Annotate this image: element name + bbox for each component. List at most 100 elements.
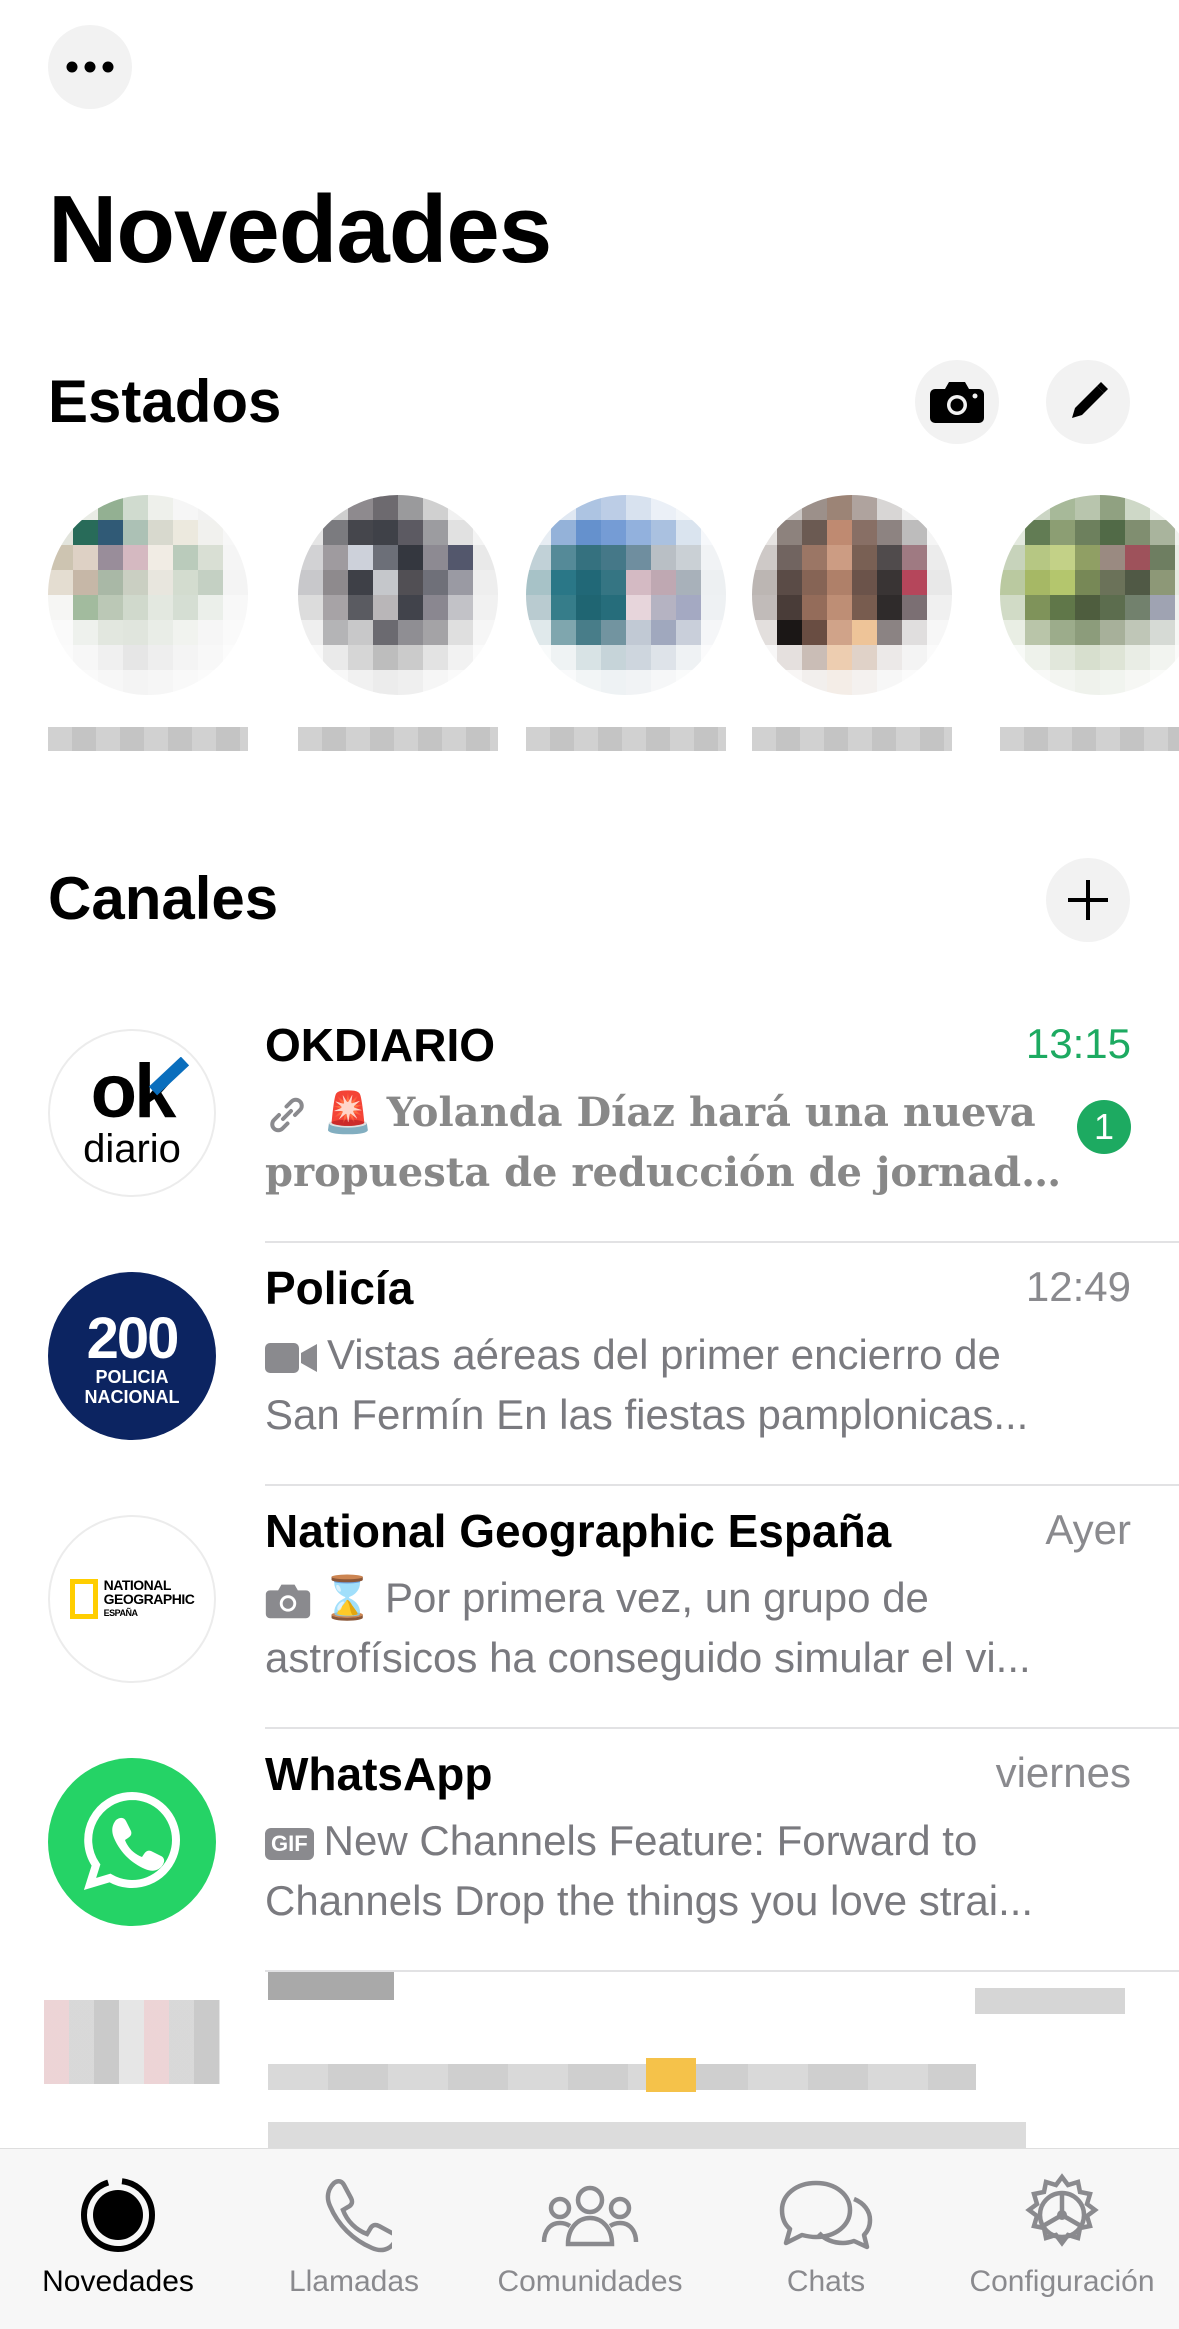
status-avatar-pixel [1075, 545, 1100, 570]
channel-row-obscured[interactable] [0, 1950, 1179, 2148]
status-avatar-pixel [398, 620, 423, 645]
status-avatar-pixel [448, 545, 473, 570]
status-avatar-pixel [1125, 620, 1150, 645]
status-avatar-pixel [98, 620, 123, 645]
channel-row-okdiario[interactable]: ok diario OKDIARIO 13:15 🚨 Yolanda Díaz … [0, 1000, 1179, 1243]
status-item[interactable] [1000, 495, 1179, 765]
status-avatar-pixel [752, 670, 777, 695]
status-avatar-pixel [551, 570, 576, 595]
status-name-obscured [752, 727, 952, 751]
status-avatar-pixel [1100, 520, 1125, 545]
preview-line-1: 🚨 Yolanda Díaz hará una nueva [323, 1089, 1036, 1136]
tab-comunidades[interactable]: Comunidades [472, 2149, 708, 2329]
status-avatar-pixel [298, 620, 323, 645]
status-avatar-pixel [1175, 495, 1179, 520]
tab-llamadas[interactable]: Llamadas [236, 2149, 472, 2329]
status-avatar-pixel [323, 595, 348, 620]
status-avatar-pixel [902, 595, 927, 620]
camera-button[interactable] [915, 360, 999, 444]
status-avatar-pixel [927, 645, 952, 670]
status-avatar-pixel [323, 570, 348, 595]
status-avatar-pixel [601, 645, 626, 670]
status-avatar-pixel [551, 620, 576, 645]
obscured-avatar [44, 2000, 220, 2084]
tab-chats[interactable]: Chats [708, 2149, 944, 2329]
status-avatar-pixel [423, 645, 448, 670]
status-avatar-pixel [298, 545, 323, 570]
status-item[interactable] [526, 495, 726, 765]
status-avatar-pixel [323, 620, 348, 645]
status-avatar-pixel [827, 620, 852, 645]
status-avatar-pixel [526, 670, 551, 695]
channels-title: Canales [48, 865, 279, 932]
status-avatar-pixel [852, 645, 877, 670]
status-item[interactable] [48, 495, 248, 765]
status-name-obscured [526, 727, 726, 751]
status-avatar-pixel [626, 670, 651, 695]
tab-configuracion[interactable]: Configuración [944, 2149, 1179, 2329]
status-avatar-pixel [123, 545, 148, 570]
status-avatar-pixel [148, 620, 173, 645]
obscured-name [268, 1972, 394, 2000]
status-avatar-pixel [423, 495, 448, 520]
status-avatar-pixel [877, 495, 902, 520]
status-avatar-pixel [852, 670, 877, 695]
tab-novedades[interactable]: Novedades [0, 2149, 236, 2329]
status-avatar-pixel [1175, 645, 1179, 670]
status-avatar-pixel [1175, 570, 1179, 595]
status-avatar-pixel [601, 595, 626, 620]
status-avatar-pixel [73, 670, 98, 695]
status-avatar-pixel [148, 495, 173, 520]
tab-label: Llamadas [288, 2265, 420, 2298]
status-avatar-pixel [601, 670, 626, 695]
status-item[interactable] [752, 495, 952, 765]
natgeo-logo: NATIONAL GEOGRAPHIC ESPAÑA [48, 1515, 216, 1683]
status-avatar-pixel [473, 620, 498, 645]
status-avatar-pixel [802, 620, 827, 645]
status-avatar-pixel [576, 595, 601, 620]
status-avatar-pixel [73, 595, 98, 620]
policia-logo-line1: POLICIA [95, 1367, 169, 1387]
status-avatar-pixel [1025, 545, 1050, 570]
natgeo-logo-line2: GEOGRAPHIC [103, 1591, 195, 1607]
channel-preview: ⌛ Por primera vez, un grupo de astrofísi… [265, 1568, 1095, 1688]
status-avatar-pixel [601, 520, 626, 545]
status-avatar-pixel [526, 620, 551, 645]
status-item[interactable] [298, 495, 498, 765]
more-options-button[interactable] [48, 25, 132, 109]
status-avatar-pixel [676, 570, 701, 595]
status-avatar-pixel [676, 495, 701, 520]
edit-status-button[interactable] [1046, 360, 1130, 444]
status-avatar-pixel [601, 620, 626, 645]
status-avatar-pixel [827, 645, 852, 670]
status-avatar-pixel [927, 520, 952, 545]
channel-row-policia[interactable]: 200 POLICIA NACIONAL Policía 12:49 Vista… [0, 1243, 1179, 1486]
status-avatar-pixel [48, 645, 73, 670]
status-avatar-pixel [48, 520, 73, 545]
status-avatar-pixel [123, 520, 148, 545]
status-avatar-pixel [752, 645, 777, 670]
status-avatar-pixel [526, 495, 551, 520]
status-avatar-pixel [423, 670, 448, 695]
status-avatar-pixel [298, 495, 323, 520]
status-avatar [526, 495, 726, 695]
status-avatar-pixel [1050, 495, 1075, 520]
status-avatar-pixel [1075, 645, 1100, 670]
status-avatar-pixel [373, 570, 398, 595]
status-avatar-pixel [298, 520, 323, 545]
status-avatar-pixel [676, 670, 701, 695]
status-avatar-pixel [48, 670, 73, 695]
status-avatar-pixel [852, 495, 877, 520]
status-avatar-pixel [576, 545, 601, 570]
status-avatar-pixel [1125, 645, 1150, 670]
channel-row-natgeo[interactable]: NATIONAL GEOGRAPHIC ESPAÑA National Geog… [0, 1486, 1179, 1729]
channel-row-whatsapp[interactable]: WhatsApp viernes GIF New Channels Featur… [0, 1729, 1179, 1972]
status-avatar-pixel [877, 545, 902, 570]
status-avatar-pixel [473, 545, 498, 570]
status-avatar-pixel [902, 570, 927, 595]
status-avatar-pixel [902, 495, 927, 520]
add-channel-button[interactable] [1046, 858, 1130, 942]
okdiario-logo: ok diario [48, 1029, 216, 1197]
status-avatar-pixel [223, 595, 248, 620]
status-avatar-pixel [398, 545, 423, 570]
